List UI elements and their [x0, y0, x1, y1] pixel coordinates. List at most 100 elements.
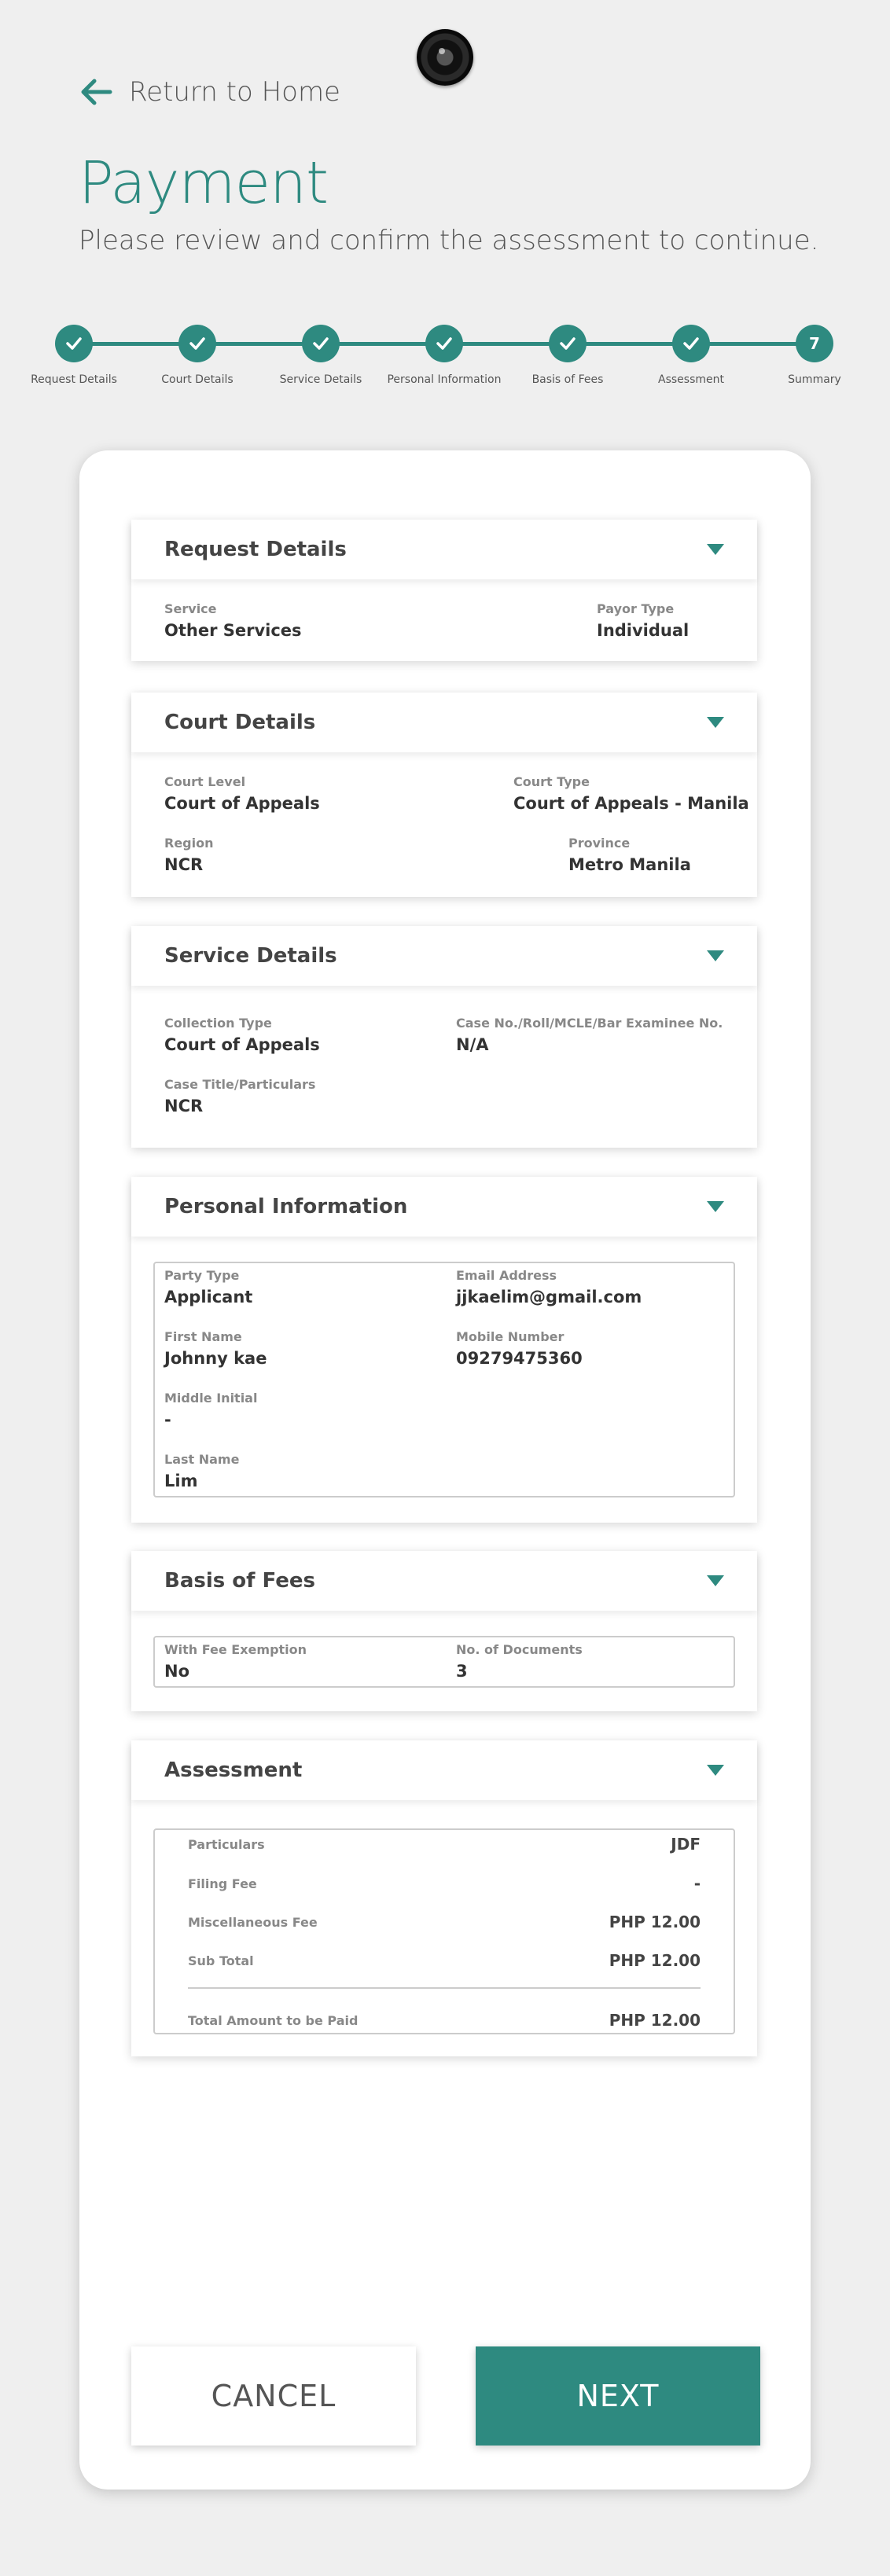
- step-label: Service Details: [279, 373, 362, 386]
- field-value: 3: [456, 1662, 468, 1681]
- check-icon: [66, 337, 82, 350]
- assessment-row: Sub Total PHP 12.00: [188, 1951, 701, 1970]
- field-value: Other Services: [164, 621, 302, 640]
- check-icon: [313, 337, 329, 350]
- field-value: 09279475360: [456, 1349, 583, 1368]
- summary-card: Request Details Service Other Services P…: [79, 450, 811, 2490]
- field-label: Payor Type: [597, 601, 675, 616]
- section-title: Court Details: [164, 711, 316, 734]
- step-complete-dot: [55, 325, 93, 362]
- row-label: Particulars: [188, 1836, 265, 1852]
- field-label: Email Address: [456, 1268, 557, 1283]
- step-basis-of-fees[interactable]: Basis of Fees: [505, 322, 631, 386]
- middle-initial-field: Middle Initial -: [164, 1391, 257, 1429]
- step-personal-information[interactable]: Personal Information: [381, 322, 507, 386]
- check-icon: [560, 337, 576, 350]
- personal-information-header[interactable]: Personal Information: [131, 1177, 757, 1237]
- court-details-section: Court Details Court Level Court of Appea…: [131, 693, 757, 897]
- field-label: Court Level: [164, 774, 246, 789]
- next-button[interactable]: NEXT: [476, 2346, 760, 2446]
- field-value: Court of Appeals: [164, 794, 320, 813]
- party-type-field: Party Type Applicant: [164, 1268, 252, 1306]
- basis-of-fees-header[interactable]: Basis of Fees: [131, 1551, 757, 1611]
- step-complete-dot: [425, 325, 463, 362]
- request-details-section: Request Details Service Other Services P…: [131, 520, 757, 661]
- field-value: NCR: [164, 855, 204, 874]
- field-label: First Name: [164, 1329, 242, 1344]
- step-number-dot: 7: [796, 325, 833, 362]
- field-label: Mobile Number: [456, 1329, 565, 1344]
- service-details-section: Service Details Collection Type Court of…: [131, 926, 757, 1148]
- step-assessment[interactable]: Assessment: [628, 322, 754, 386]
- step-complete-dot: [302, 325, 340, 362]
- assessment-box: [153, 1828, 735, 2034]
- row-value: PHP 12.00: [609, 1951, 701, 1970]
- step-court-details[interactable]: Court Details: [134, 322, 260, 386]
- check-icon: [189, 337, 205, 350]
- field-label: Party Type: [164, 1268, 240, 1283]
- field-value: N/A: [456, 1035, 489, 1054]
- collection-type-field: Collection Type Court of Appeals: [164, 1016, 320, 1054]
- caret-down-icon[interactable]: [707, 1575, 724, 1586]
- field-value: -: [164, 1410, 171, 1429]
- check-icon: [683, 337, 699, 350]
- arrow-left-icon: [81, 79, 112, 105]
- caret-down-icon[interactable]: [707, 717, 724, 728]
- caret-down-icon[interactable]: [707, 1201, 724, 1212]
- page-title: Payment: [79, 149, 329, 217]
- first-name-field: First Name Johnny kae: [164, 1329, 267, 1368]
- personal-information-section: Personal Information Party Type Applican…: [131, 1177, 757, 1523]
- step-request-details[interactable]: Request Details: [11, 322, 137, 386]
- step-label: Summary: [788, 373, 841, 386]
- payor-type-field: Payor Type Individual: [597, 601, 689, 640]
- step-complete-dot: [178, 325, 216, 362]
- court-details-header[interactable]: Court Details: [131, 693, 757, 752]
- page-subtitle: Please review and confirm the assessment…: [79, 225, 819, 256]
- assessment-divider: [188, 1987, 701, 1989]
- field-value: Court of Appeals - Manila: [513, 794, 749, 813]
- section-title: Assessment: [164, 1758, 303, 1782]
- step-complete-dot: [549, 325, 587, 362]
- assessment-total-row: Total Amount to be Paid PHP 12.00: [188, 2011, 701, 2030]
- field-value: NCR: [164, 1097, 204, 1115]
- caret-down-icon[interactable]: [707, 1765, 724, 1776]
- step-service-details[interactable]: Service Details: [258, 322, 384, 386]
- province-field: Province Metro Manila: [568, 836, 691, 874]
- row-label: Miscellaneous Fee: [188, 1914, 318, 1930]
- total-value: PHP 12.00: [609, 2011, 701, 2030]
- field-label: Province: [568, 836, 631, 851]
- caret-down-icon[interactable]: [707, 544, 724, 555]
- number-of-documents-field: No. of Documents 3: [456, 1642, 583, 1681]
- case-title-field: Case Title/Particulars NCR: [164, 1077, 315, 1115]
- request-details-header[interactable]: Request Details: [131, 520, 757, 579]
- section-title: Service Details: [164, 944, 337, 968]
- assessment-row: Miscellaneous Fee PHP 12.00: [188, 1913, 701, 1931]
- field-value: jjkaelim@gmail.com: [456, 1288, 642, 1306]
- section-title: Request Details: [164, 538, 347, 561]
- step-label: Personal Information: [387, 373, 502, 386]
- service-details-header[interactable]: Service Details: [131, 926, 757, 986]
- row-value: -: [693, 1874, 701, 1893]
- check-icon: [436, 337, 452, 350]
- camera-cutout: [417, 29, 473, 86]
- field-label: With Fee Exemption: [164, 1642, 307, 1657]
- total-label: Total Amount to be Paid: [188, 2012, 359, 2028]
- return-home-link[interactable]: Return to Home: [77, 72, 340, 112]
- step-label: Court Details: [161, 373, 234, 386]
- field-value: Johnny kae: [164, 1349, 267, 1368]
- court-type-field: Court Type Court of Appeals - Manila: [513, 774, 749, 813]
- caret-down-icon[interactable]: [707, 950, 724, 961]
- field-value: Metro Manila: [568, 855, 691, 874]
- row-label: Filing Fee: [188, 1876, 257, 1891]
- row-label: Sub Total: [188, 1953, 254, 1968]
- cancel-button[interactable]: CANCEL: [131, 2346, 416, 2446]
- assessment-section: Assessment Particulars JDF Filing Fee - …: [131, 1740, 757, 2056]
- region-field: Region NCR: [164, 836, 214, 874]
- step-label: Request Details: [31, 373, 117, 386]
- step-summary[interactable]: 7 Summary: [752, 322, 877, 386]
- row-value: JDF: [671, 1835, 701, 1854]
- assessment-header[interactable]: Assessment: [131, 1740, 757, 1800]
- court-level-field: Court Level Court of Appeals: [164, 774, 320, 813]
- field-label: Court Type: [513, 774, 590, 789]
- section-title: Basis of Fees: [164, 1569, 315, 1593]
